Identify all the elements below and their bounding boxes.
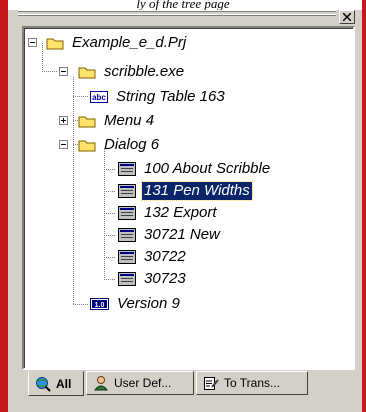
screenshot-frame: ly of the tree page Example_e_d.Prj scri… (0, 0, 366, 412)
tree-node-dialog-30723[interactable]: 30723 (118, 270, 188, 288)
tree-line (104, 257, 116, 258)
tree-line (104, 213, 116, 214)
tree-node-label: Version 9 (117, 295, 180, 312)
top-caption-fragment: ly of the tree page (136, 0, 230, 10)
dialog-resource-icon (118, 206, 136, 220)
tree-node-menu[interactable]: Menu 4 (78, 112, 156, 130)
tree-node-label: 30721 New (144, 226, 220, 243)
tree-node-project[interactable]: Example_e_d.Prj (46, 34, 188, 52)
collapse-toggle[interactable] (59, 67, 68, 76)
dialog-resource-icon (118, 228, 136, 242)
tree-line (42, 71, 58, 72)
tree-node-label: 131 Pen Widths (141, 181, 253, 201)
collapse-toggle[interactable] (28, 38, 37, 47)
tab-all[interactable]: All (28, 371, 84, 396)
tree-node-scribble-exe[interactable]: scribble.exe (78, 63, 186, 81)
svg-text:abc: abc (92, 93, 106, 102)
folder-icon (78, 116, 96, 127)
tree-node-version[interactable]: 1.0 Version 9 (90, 295, 182, 313)
tree-node-dialog-132[interactable]: 132 Export (118, 204, 219, 222)
tree-line (104, 235, 116, 236)
tab-label: To Trans... (224, 376, 281, 390)
expand-toggle[interactable] (59, 116, 68, 125)
string-table-icon: abc (90, 91, 108, 103)
tree-node-label: scribble.exe (104, 63, 185, 80)
user-icon (93, 376, 109, 391)
tree-line (104, 169, 116, 170)
dialog-resource-icon (118, 162, 136, 176)
tree-node-label: Menu 4 (104, 112, 155, 129)
folder-icon (78, 67, 96, 78)
tree-line (104, 191, 116, 192)
tree-node-dialog-100[interactable]: 100 About Scribble (118, 160, 272, 178)
tree-line (73, 96, 89, 97)
tab-to-translate[interactable]: To Trans... (196, 371, 308, 395)
tree-filter-tabs: All User Def... To Trans... (22, 371, 355, 397)
red-margin-right (362, 0, 366, 412)
dialog-resource-icon (118, 272, 136, 286)
version-icon: 1.0 (90, 298, 109, 310)
tree-node-label: 30723 (144, 270, 186, 287)
dialog-resource-icon (118, 184, 136, 198)
tab-label: User Def... (114, 376, 172, 390)
tree-line (73, 77, 74, 304)
globe-magnifier-icon (36, 376, 51, 392)
tab-user-defined[interactable]: User Def... (86, 371, 194, 395)
folder-icon (46, 38, 64, 49)
tree-node-dialog-30722[interactable]: 30722 (118, 248, 188, 266)
folder-icon (78, 140, 96, 151)
svg-text:1.0: 1.0 (95, 302, 105, 309)
tab-label: All (56, 376, 72, 391)
tree-line (73, 304, 89, 305)
tree-line (104, 279, 116, 280)
tree-line (42, 43, 43, 71)
tree-node-label: Dialog 6 (104, 136, 160, 153)
tree-node-label: Example_e_d.Prj (72, 34, 187, 51)
close-icon (343, 13, 351, 21)
collapse-toggle[interactable] (59, 140, 68, 149)
tree-node-label: 132 Export (144, 204, 217, 221)
tree-node-dialog-30721[interactable]: 30721 New (118, 226, 222, 244)
tree-node-label: 30722 (144, 248, 186, 265)
tree-node-label: String Table 163 (116, 88, 225, 105)
edit-document-icon (204, 377, 219, 390)
tree-node-label: 100 About Scribble (144, 160, 271, 177)
resource-tree[interactable]: Example_e_d.Prj scribble.exe abc String … (22, 26, 355, 370)
panel-gripper[interactable] (18, 10, 336, 18)
tree-node-string-table[interactable]: abc String Table 163 (90, 88, 227, 106)
tree-node-dialog[interactable]: Dialog 6 (78, 136, 161, 154)
tree-node-dialog-131[interactable]: 131 Pen Widths (118, 181, 253, 201)
dialog-resource-icon (118, 250, 136, 264)
panel-close-button[interactable] (339, 10, 355, 24)
